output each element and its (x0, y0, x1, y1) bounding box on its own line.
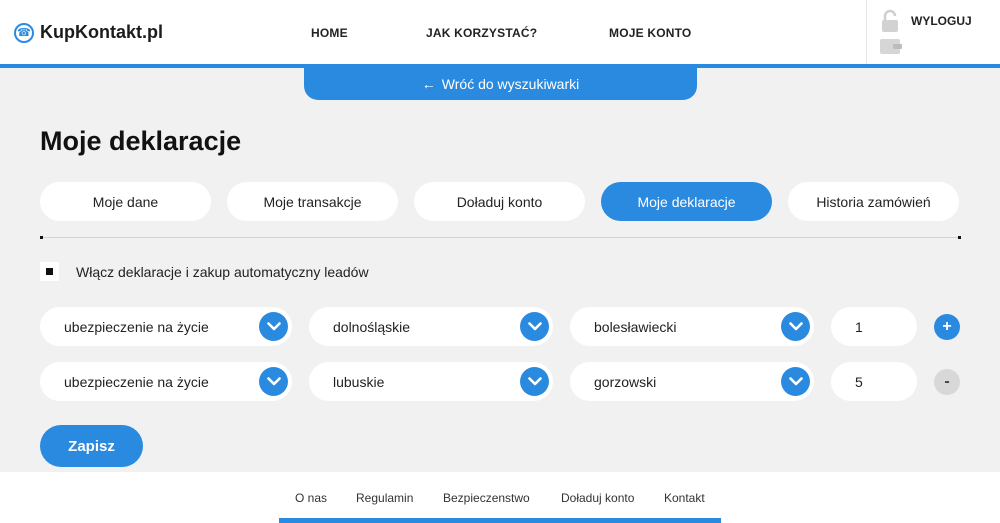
footer-link-contact[interactable]: Kontakt (664, 491, 705, 505)
logout-area: WYLOGUJ (866, 0, 1000, 64)
category-select-2[interactable]: ubezpieczenie na życie (40, 362, 292, 401)
footer-link-security[interactable]: Bezpieczenstwo (443, 491, 530, 505)
divider-dot-left (40, 236, 43, 239)
district-value: gorzowski (594, 373, 657, 390)
region-value: dolnośląskie (333, 318, 411, 335)
district-select-2[interactable]: gorzowski (570, 362, 814, 401)
chevron-down-icon (781, 367, 810, 396)
chevron-down-icon (520, 312, 549, 341)
region-select-2[interactable]: lubuskie (309, 362, 553, 401)
wallet-icon (880, 39, 902, 54)
tab-order-history[interactable]: Historia zamówień (788, 182, 959, 221)
back-to-search-label: Wróć do wyszukiwarki (441, 76, 580, 92)
footer-link-top-up[interactable]: Doładuj konto (561, 491, 634, 505)
logo[interactable]: ☎ KupKontakt.pl (14, 22, 163, 43)
chevron-down-icon (259, 312, 288, 341)
category-value: ubezpieczenie na życie (64, 318, 209, 335)
phone-icon: ☎ (14, 22, 34, 43)
divider-dot-right (958, 236, 961, 239)
checkbox-mark (46, 268, 53, 275)
chevron-down-icon (520, 367, 549, 396)
district-select-1[interactable]: bolesławiecki (570, 307, 814, 346)
arrow-left-icon: ← (421, 76, 436, 92)
divider (40, 237, 961, 238)
chevron-down-icon (781, 312, 810, 341)
quantity-input-1[interactable]: 1 (831, 307, 917, 346)
save-button[interactable]: Zapisz (40, 425, 143, 467)
back-to-search-button[interactable]: ← Wróć do wyszukiwarki (304, 68, 697, 100)
logo-text: KupKontakt.pl (40, 22, 163, 42)
lock-icon (882, 9, 898, 32)
add-row-button[interactable]: + (934, 314, 960, 340)
tab-top-up[interactable]: Doładuj konto (414, 182, 585, 221)
chevron-down-icon (259, 367, 288, 396)
logout-button[interactable]: WYLOGUJ (911, 14, 972, 28)
tab-my-transactions[interactable]: Moje transakcje (227, 182, 398, 221)
category-select-1[interactable]: ubezpieczenie na życie (40, 307, 292, 346)
footer-accent-bar (279, 518, 721, 523)
tab-my-data[interactable]: Moje dane (40, 182, 211, 221)
district-value: bolesławiecki (594, 318, 677, 335)
region-select-1[interactable]: dolnośląskie (309, 307, 553, 346)
header: ☎ KupKontakt.pl HOME JAK KORZYSTAĆ? MOJE… (0, 0, 1000, 68)
auto-purchase-checkbox[interactable] (40, 262, 59, 281)
region-value: lubuskie (333, 373, 385, 390)
footer-link-terms[interactable]: Regulamin (356, 491, 413, 505)
nav-how-to-use[interactable]: JAK KORZYSTAĆ? (426, 26, 537, 40)
footer-link-about[interactable]: O nas (295, 491, 327, 505)
remove-row-button[interactable]: - (934, 369, 960, 395)
tab-my-declarations[interactable]: Moje deklaracje (601, 182, 772, 221)
page-title: Moje deklaracje (40, 126, 242, 156)
quantity-input-2[interactable]: 5 (831, 362, 917, 401)
category-value: ubezpieczenie na życie (64, 373, 209, 390)
nav-home[interactable]: HOME (311, 26, 348, 40)
auto-purchase-label: Włącz deklaracje i zakup automatyczny le… (76, 264, 369, 280)
nav-my-account[interactable]: MOJE KONTO (609, 26, 691, 40)
footer: O nas Regulamin Bezpieczenstwo Doładuj k… (0, 472, 1000, 523)
